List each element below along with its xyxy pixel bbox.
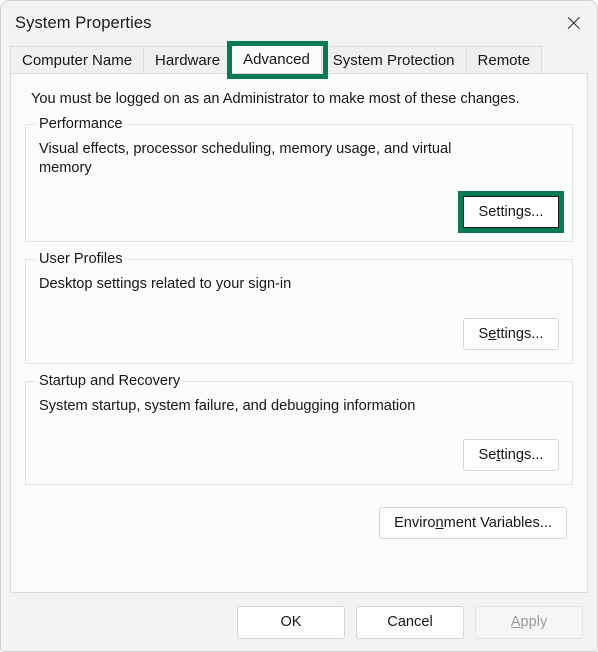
group-description: Desktop settings related to your sign-in: [39, 275, 292, 292]
system-properties-window: System Properties Computer Name Hardware A…: [0, 0, 598, 652]
tab-label: Remote: [477, 51, 531, 69]
settings-button-performance[interactable]: Settings...: [463, 195, 559, 228]
group-startup-and-recovery: Startup and Recovery System startup, syst…: [25, 373, 573, 485]
group-title: Startup and Recovery: [35, 373, 185, 390]
close-button[interactable]: [551, 1, 597, 45]
tab-hardware[interactable]: Hardware: [143, 46, 233, 73]
admin-notice: You must be logged on as an Administrato…: [31, 91, 520, 107]
tab-page-advanced: You must be logged on as an Administrato…: [10, 73, 588, 593]
group-title: Performance: [35, 116, 127, 132]
window-title: System Properties: [15, 13, 152, 32]
tab-remote[interactable]: Remote: [465, 46, 543, 73]
tab-system-protection[interactable]: System Protection: [320, 46, 467, 73]
tab-label: Hardware: [155, 51, 221, 69]
tab-label: Advanced: [243, 51, 310, 68]
settings-button-user-profiles[interactable]: Se ttings...: [463, 318, 559, 351]
group-description: System startup, system failure, and debu…: [39, 398, 416, 415]
group-body: Desktop settings related to your sign-in…: [26, 260, 572, 363]
settings-button-startup-and-recovery[interactable]: Se t tings...: [463, 438, 559, 471]
group-user-profiles: User Profiles Desktop settings related to…: [25, 250, 573, 365]
group-actions: Settings...: [39, 195, 559, 228]
group-actions: Settings...: [39, 438, 559, 471]
ok-button[interactable]: OK: [237, 605, 345, 639]
group-body: System startup, system failure, and debu…: [26, 382, 572, 483]
dialog-footer: OK Cancel Apply: [1, 593, 597, 651]
group-body: Visual effects, processor scheduling, me…: [26, 125, 572, 241]
environment-variables-row: Enviro n ment Variables...: [25, 506, 573, 539]
group-title: User Profiles: [35, 250, 127, 267]
cancel-button[interactable]: Cancel: [356, 605, 464, 639]
group-description: Visual effects, processor scheduling, me…: [39, 141, 452, 177]
tab-strip: Computer Name Hardware Advanced System Prot…: [10, 45, 597, 73]
tab-advanced[interactable]: Advanced: [231, 45, 322, 73]
tab-label: Computer Name: [22, 51, 133, 69]
environment-variables-button[interactable]: Enviro n ment Variables...: [379, 506, 567, 539]
group-actions: Settings...: [39, 318, 559, 351]
titlebar: System Properties: [1, 1, 597, 45]
close-icon: [565, 14, 583, 32]
tab-label: System Protection: [332, 51, 455, 69]
group-performance: Performance Visual effects, processor sch…: [25, 116, 573, 242]
tab-computer-name[interactable]: Computer Name: [10, 46, 145, 73]
apply-button[interactable]: Apply: [475, 605, 583, 639]
